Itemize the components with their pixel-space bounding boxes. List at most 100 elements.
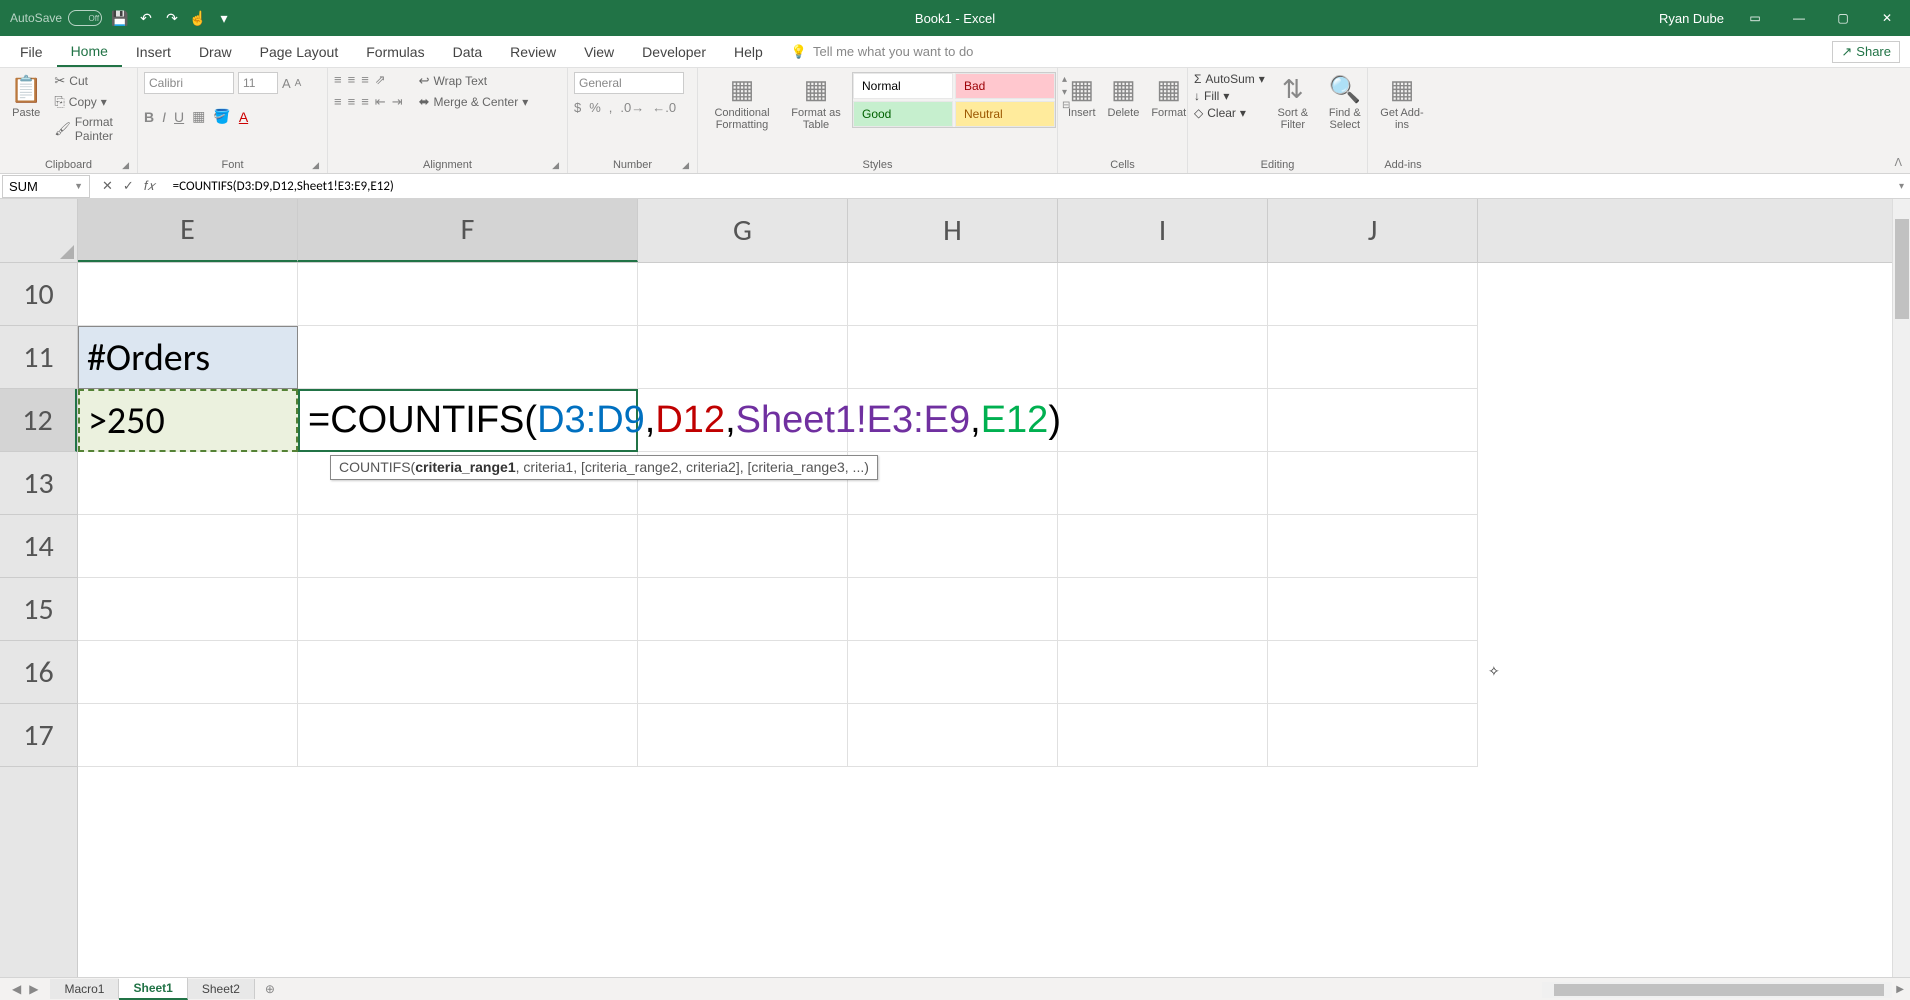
col-header-H[interactable]: H [848,199,1058,262]
dec-decimal-icon[interactable]: ←.0 [652,100,676,115]
fill-button[interactable]: ↓Fill ▾ [1194,89,1265,103]
expand-formula-bar-icon[interactable]: ▾ [1893,181,1910,192]
tab-file[interactable]: File [6,38,57,66]
tab-help[interactable]: Help [720,38,777,66]
comma-icon[interactable]: , [609,100,613,115]
tab-home[interactable]: Home [57,37,122,67]
tab-data[interactable]: Data [439,38,497,66]
cell-G14[interactable] [638,515,848,578]
chevron-down-icon[interactable]: ▼ [74,181,83,191]
cell-G17[interactable] [638,704,848,767]
sheet-nav-prev-icon[interactable]: ◀ [12,982,21,996]
underline-button[interactable]: U [174,109,184,125]
cell-H16[interactable] [848,641,1058,704]
number-format-select[interactable]: General [574,72,684,94]
cell-F12-active[interactable]: =COUNTIFS(D3:D9,D12,Sheet1!E3:E9,E12) [298,389,638,452]
row-header-10[interactable]: 10 [0,263,77,326]
col-header-F[interactable]: F [298,199,638,262]
sheet-tab-macro1[interactable]: Macro1 [50,979,119,999]
cell-G16[interactable] [638,641,848,704]
row-header-17[interactable]: 17 [0,704,77,767]
collapse-ribbon-icon[interactable]: ᐱ [1894,156,1902,169]
align-left-icon[interactable]: ≡ [334,94,342,110]
align-top-icon[interactable]: ≡ [334,72,342,88]
touch-mode-icon[interactable]: ☝ [190,10,206,26]
copy-button[interactable]: ⎘Copy ▾ [50,93,131,111]
cell-F16[interactable] [298,641,638,704]
cell-F14[interactable] [298,515,638,578]
fill-color-icon[interactable]: 🪣 [213,108,230,125]
cell-F11[interactable] [298,326,638,389]
row-header-13[interactable]: 13 [0,452,77,515]
cell-H15[interactable] [848,578,1058,641]
qat-more-icon[interactable]: ▾ [216,10,232,26]
formula-input[interactable]: =COUNTIFS(D3:D9,D12,Sheet1!E3:E9,E12) [167,179,1893,194]
select-all-corner[interactable] [0,199,78,263]
scrollbar-thumb[interactable] [1554,984,1884,996]
get-addins-button[interactable]: ▦Get Add-ins [1374,72,1430,133]
cell-E11[interactable]: #Orders [78,326,298,389]
function-tooltip[interactable]: COUNTIFS(criteria_range1, criteria1, [cr… [330,455,878,480]
cell-E16[interactable] [78,641,298,704]
autosave-toggle[interactable]: AutoSave Off [10,10,102,26]
style-bad[interactable]: Bad [955,73,1055,99]
name-box[interactable]: SUM ▼ [2,175,90,198]
tab-page-layout[interactable]: Page Layout [246,38,353,66]
cell-H14[interactable] [848,515,1058,578]
currency-icon[interactable]: $ [574,100,581,115]
align-bot-icon[interactable]: ≡ [361,72,369,88]
vertical-scrollbar[interactable] [1892,199,1910,977]
cell-E15[interactable] [78,578,298,641]
row-header-11[interactable]: 11 [0,326,77,389]
tab-developer[interactable]: Developer [628,38,720,66]
cell-J17[interactable] [1268,704,1478,767]
cell-J11[interactable] [1268,326,1478,389]
cell-G10[interactable] [638,263,848,326]
sheet-nav-next-icon[interactable]: ▶ [29,982,38,996]
cell-I12[interactable] [1058,389,1268,452]
merge-center-button[interactable]: ⬌Merge & Center ▾ [415,93,533,111]
clear-button[interactable]: ◇Clear ▾ [1194,106,1265,120]
cell-I14[interactable] [1058,515,1268,578]
format-painter-button[interactable]: 🖌Format Painter [50,114,131,144]
style-neutral[interactable]: Neutral [955,101,1055,127]
cell-E12[interactable]: >250 [78,389,298,452]
col-header-E[interactable]: E [78,199,298,262]
cell-F15[interactable] [298,578,638,641]
cell-F10[interactable] [298,263,638,326]
dialog-launcher-icon[interactable]: ◢ [552,160,559,171]
cell-H17[interactable] [848,704,1058,767]
ribbon-display-icon[interactable]: ▭ [1742,5,1768,31]
dialog-launcher-icon[interactable]: ◢ [312,160,319,171]
cell-G11[interactable] [638,326,848,389]
wrap-text-button[interactable]: ↩Wrap Text [415,72,533,90]
cell-I11[interactable] [1058,326,1268,389]
cell-J12[interactable] [1268,389,1478,452]
cell-H10[interactable] [848,263,1058,326]
fx-icon[interactable]: f𝑥 [144,178,155,194]
align-right-icon[interactable]: ≡ [361,94,369,110]
cell-I16[interactable] [1058,641,1268,704]
font-color-icon[interactable]: A [239,109,248,125]
cell-E17[interactable] [78,704,298,767]
tell-me-search[interactable]: 💡 Tell me what you want to do [777,44,974,60]
cell-J13[interactable] [1268,452,1478,515]
row-header-14[interactable]: 14 [0,515,77,578]
save-icon[interactable]: 💾 [112,10,128,26]
cell-I10[interactable] [1058,263,1268,326]
redo-icon[interactable]: ↷ [164,10,180,26]
sheet-tab-sheet1[interactable]: Sheet1 [119,978,187,1000]
tab-draw[interactable]: Draw [185,38,246,66]
font-size-select[interactable]: 11 [238,72,278,94]
spreadsheet-grid[interactable]: E F G H I J 10 11 12 13 14 15 16 17 #Ord… [0,199,1910,977]
italic-button[interactable]: I [162,109,166,125]
tab-insert[interactable]: Insert [122,38,185,66]
tab-review[interactable]: Review [496,38,570,66]
tab-view[interactable]: View [570,38,628,66]
scrollbar-thumb[interactable] [1895,219,1909,319]
maximize-icon[interactable]: ▢ [1830,5,1856,31]
cell-G15[interactable] [638,578,848,641]
cell-I13[interactable] [1058,452,1268,515]
col-header-G[interactable]: G [638,199,848,262]
cell-I15[interactable] [1058,578,1268,641]
